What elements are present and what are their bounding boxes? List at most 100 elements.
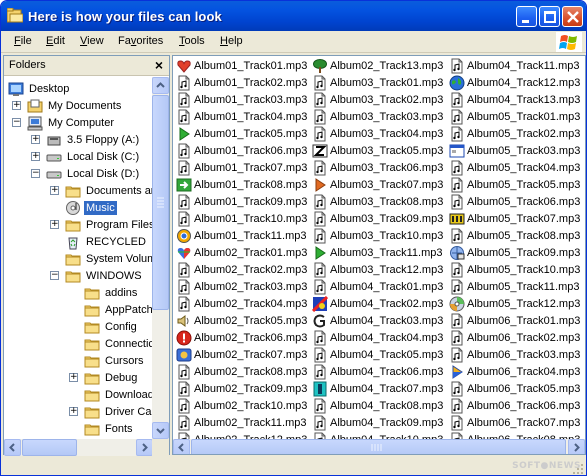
file-item[interactable]: Album02_Track09.mp3 [176, 380, 307, 397]
file-item[interactable]: Album03_Track08.mp3 [312, 193, 443, 210]
file-item[interactable]: Album04_Track05.mp3 [312, 346, 443, 363]
file-item[interactable]: Album05_Track10.mp3 [449, 261, 580, 278]
collapse-icon[interactable]: − [12, 118, 21, 127]
menu-help[interactable]: Help [220, 35, 243, 47]
file-item[interactable]: Album01_Track11.mp3 [176, 227, 307, 244]
file-item[interactable]: Album04_Track12.mp3 [449, 74, 580, 91]
tree-item[interactable]: − WINDOWS [50, 267, 144, 284]
file-item[interactable]: Album04_Track13.mp3 [449, 91, 580, 108]
file-item[interactable]: Album02_Track06.mp3 [176, 329, 307, 346]
tree-item[interactable]: + Documents ar [50, 182, 153, 199]
file-item[interactable]: Album05_Track04.mp3 [449, 159, 580, 176]
tree-item[interactable]: + Local Disk (C:) [31, 148, 141, 165]
scroll-right-button[interactable] [136, 439, 153, 456]
scroll-right-button[interactable] [568, 439, 585, 454]
file-item[interactable]: Album02_Track08.mp3 [176, 363, 307, 380]
file-item[interactable]: Album01_Track04.mp3 [176, 108, 307, 125]
file-item[interactable]: Album01_Track09.mp3 [176, 193, 307, 210]
file-item[interactable]: Album03_Track07.mp3 [312, 176, 443, 193]
file-item[interactable]: Album05_Track12.mp3 [449, 295, 580, 312]
file-item[interactable]: Album05_Track02.mp3 [449, 125, 580, 142]
horizontal-scroll-thumb[interactable] [22, 439, 77, 456]
tree-item[interactable]: Music [65, 199, 117, 216]
tree-item[interactable]: Desktop [8, 80, 71, 97]
menu-edit[interactable]: Edit [46, 35, 65, 47]
title-bar[interactable]: Here is how your files can look [1, 1, 586, 31]
collapse-icon[interactable]: − [50, 271, 59, 280]
folders-pane-close-button[interactable]: × [155, 57, 163, 73]
tree-item[interactable]: RECYCLED [65, 233, 148, 250]
file-item[interactable]: Album01_Track07.mp3 [176, 159, 307, 176]
menu-favorites[interactable]: Favorites [118, 35, 163, 47]
file-item[interactable]: Album03_Track09.mp3 [312, 210, 443, 227]
resize-grip-icon[interactable] [572, 463, 584, 475]
tree-item[interactable]: − My Computer [12, 114, 116, 131]
file-item[interactable]: Album04_Track08.mp3 [312, 397, 443, 414]
file-item[interactable]: Album06_Track04.mp3 [449, 363, 580, 380]
folder-tree-vertical-scrollbar[interactable] [152, 77, 169, 439]
file-item[interactable]: Album05_Track07.mp3 [449, 210, 580, 227]
tree-item[interactable]: − Local Disk (D:) [31, 165, 141, 182]
file-item[interactable]: Album05_Track09.mp3 [449, 244, 580, 261]
file-item[interactable]: Album05_Track11.mp3 [449, 278, 580, 295]
tree-item[interactable]: + My Documents [12, 97, 123, 114]
file-item[interactable]: Album01_Track10.mp3 [176, 210, 307, 227]
file-item[interactable]: Album05_Track06.mp3 [449, 193, 580, 210]
file-item[interactable]: Album06_Track05.mp3 [449, 380, 580, 397]
tree-item[interactable]: addins [84, 284, 139, 301]
file-item[interactable]: Album04_Track11.mp3 [449, 57, 580, 74]
file-item[interactable]: Album03_Track03.mp3 [312, 108, 443, 125]
tree-item[interactable]: Cursors [84, 352, 146, 369]
tree-item[interactable]: Download [84, 386, 153, 403]
scroll-up-button[interactable] [152, 77, 169, 94]
file-item[interactable]: Album03_Track01.mp3 [312, 74, 443, 91]
file-item[interactable]: Album05_Track03.mp3 [449, 142, 580, 159]
expand-icon[interactable]: + [50, 186, 59, 195]
tree-item[interactable]: Connectic [84, 335, 153, 352]
file-item[interactable]: Album04_Track07.mp3 [312, 380, 443, 397]
file-item[interactable]: Album06_Track06.mp3 [449, 397, 580, 414]
file-list-horizontal-scrollbar[interactable] [173, 439, 585, 454]
file-item[interactable]: Album01_Track02.mp3 [176, 74, 307, 91]
menu-view[interactable]: View [80, 35, 104, 47]
file-item[interactable]: Album04_Track09.mp3 [312, 414, 443, 431]
file-item[interactable]: Album03_Track04.mp3 [312, 125, 443, 142]
scroll-left-button[interactable] [173, 439, 190, 454]
expand-icon[interactable]: + [69, 407, 78, 416]
file-item[interactable]: Album06_Track03.mp3 [449, 346, 580, 363]
file-item[interactable]: Album01_Track01.mp3 [176, 57, 307, 74]
file-item[interactable]: Album05_Track01.mp3 [449, 108, 580, 125]
tree-item[interactable]: Fonts [84, 420, 135, 437]
file-item[interactable]: Album03_Track11.mp3 [312, 244, 443, 261]
file-item[interactable]: Album02_Track01.mp3 [176, 244, 307, 261]
horizontal-scroll-thumb[interactable] [191, 439, 566, 454]
maximize-button[interactable] [539, 6, 560, 27]
close-button[interactable] [562, 6, 583, 27]
tree-item[interactable]: + Driver Cac [69, 403, 153, 420]
file-item[interactable]: Album06_Track07.mp3 [449, 414, 580, 431]
menu-tools[interactable]: Tools [179, 35, 205, 47]
file-item[interactable]: Album02_Track03.mp3 [176, 278, 307, 295]
file-item[interactable]: Album02_Track13.mp3 [312, 57, 443, 74]
file-item[interactable]: Album04_Track01.mp3 [312, 278, 443, 295]
file-item[interactable]: Album03_Track10.mp3 [312, 227, 443, 244]
tree-item[interactable]: System Volum [65, 250, 153, 267]
file-item[interactable]: Album02_Track05.mp3 [176, 312, 307, 329]
tree-item[interactable]: + Program Files [50, 216, 153, 233]
file-item[interactable]: Album01_Track03.mp3 [176, 91, 307, 108]
file-item[interactable]: Album03_Track12.mp3 [312, 261, 443, 278]
file-item[interactable]: Album05_Track08.mp3 [449, 227, 580, 244]
collapse-icon[interactable]: − [31, 169, 40, 178]
vertical-scroll-thumb[interactable] [152, 95, 169, 310]
file-item[interactable]: Album01_Track06.mp3 [176, 142, 307, 159]
folder-tree-horizontal-scrollbar[interactable] [4, 439, 153, 456]
file-item[interactable]: Album04_Track03.mp3 [312, 312, 443, 329]
expand-icon[interactable]: + [31, 152, 40, 161]
scroll-down-button[interactable] [152, 422, 169, 439]
file-item[interactable]: Album05_Track05.mp3 [449, 176, 580, 193]
tree-item[interactable]: Config [84, 318, 139, 335]
file-item[interactable]: Album06_Track02.mp3 [449, 329, 580, 346]
file-item[interactable]: Album03_Track02.mp3 [312, 91, 443, 108]
file-item[interactable]: Album04_Track02.mp3 [312, 295, 443, 312]
file-item[interactable]: Album02_Track11.mp3 [176, 414, 307, 431]
